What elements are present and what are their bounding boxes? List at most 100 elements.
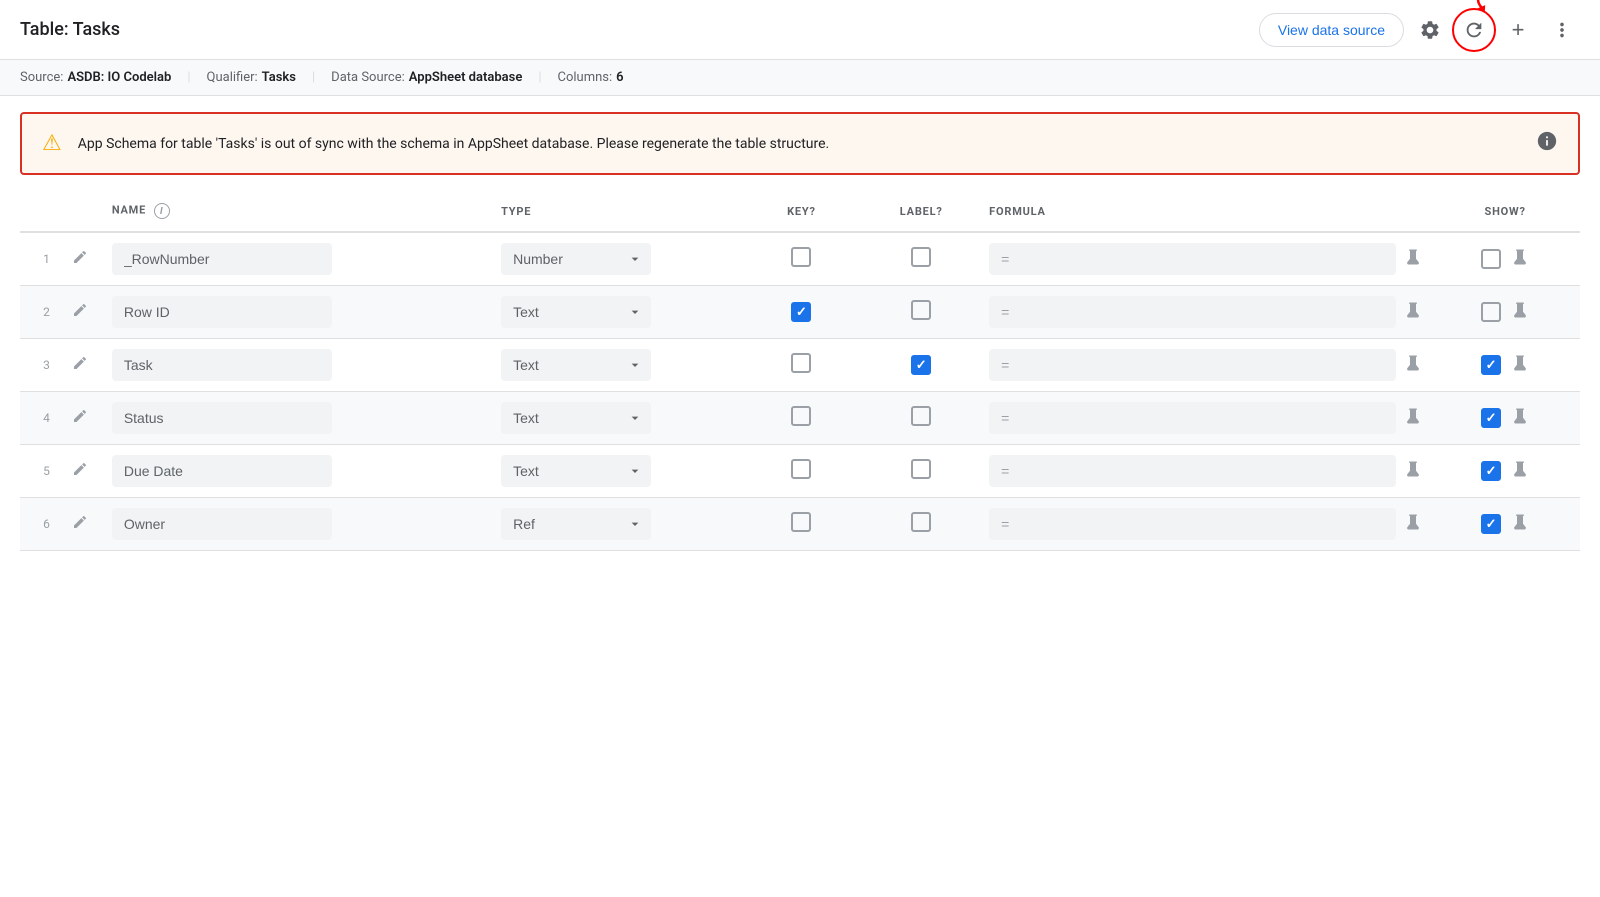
source-label: Source: (20, 70, 63, 85)
show-checkbox[interactable] (1481, 249, 1501, 269)
key-cell[interactable] (742, 392, 862, 445)
formula-cell (981, 232, 1430, 286)
source-value: ASDB: IO Codelab (67, 70, 171, 85)
label-cell[interactable] (861, 286, 981, 339)
key-cell[interactable] (742, 339, 862, 392)
name-input[interactable] (112, 296, 332, 328)
label-cell[interactable] (861, 392, 981, 445)
edit-cell[interactable] (56, 498, 104, 551)
edit-icon[interactable] (72, 251, 88, 269)
show-checkbox[interactable] (1481, 461, 1501, 481)
show-flask-icon[interactable] (1511, 301, 1529, 324)
formula-cell (981, 339, 1430, 392)
formula-input[interactable] (989, 296, 1396, 328)
flask-icon[interactable] (1404, 460, 1422, 483)
flask-icon[interactable] (1404, 248, 1422, 271)
table-row: 4 Text (20, 392, 1580, 445)
edit-cell[interactable] (56, 339, 104, 392)
name-cell (104, 286, 493, 339)
label-cell[interactable] (861, 339, 981, 392)
columns-table: NAME i TYPE KEY? LABEL? FORMULA SHOW? 1 … (20, 191, 1580, 551)
name-info-icon[interactable]: i (154, 203, 170, 219)
add-button[interactable]: + (1500, 12, 1536, 48)
key-cell[interactable] (742, 286, 862, 339)
warning-icon: ⚠ (42, 131, 62, 156)
flask-icon[interactable] (1404, 301, 1422, 324)
formula-cell (981, 392, 1430, 445)
edit-cell[interactable] (56, 392, 104, 445)
more-button[interactable] (1544, 12, 1580, 48)
show-flask-icon[interactable] (1511, 513, 1529, 536)
flask-icon[interactable] (1404, 407, 1422, 430)
flask-icon[interactable] (1404, 354, 1422, 377)
label-cell[interactable] (861, 445, 981, 498)
show-flask-icon[interactable] (1511, 354, 1529, 377)
edit-icon[interactable] (72, 516, 88, 534)
key-cell[interactable] (742, 498, 862, 551)
meta-bar: Source: ASDB: IO Codelab | Qualifier: Ta… (0, 60, 1600, 96)
show-checkbox[interactable] (1481, 514, 1501, 534)
show-checkbox[interactable] (1481, 302, 1501, 322)
key-checkbox[interactable] (791, 459, 811, 479)
edit-cell[interactable] (56, 232, 104, 286)
type-select[interactable]: Text (501, 296, 651, 328)
name-input[interactable] (112, 455, 332, 487)
data-source-label: Data Source: (331, 70, 405, 85)
key-checkbox[interactable] (791, 302, 811, 322)
label-cell[interactable] (861, 498, 981, 551)
type-select[interactable]: Text (501, 349, 651, 381)
label-checkbox[interactable] (911, 355, 931, 375)
show-flask-icon[interactable] (1511, 460, 1529, 483)
col-header-key: KEY? (742, 191, 862, 232)
view-data-source-button[interactable]: View data source (1259, 13, 1404, 47)
alert-info-icon[interactable] (1536, 130, 1558, 157)
table-row: 1 Number (20, 232, 1580, 286)
formula-cell (981, 286, 1430, 339)
flask-icon[interactable] (1404, 513, 1422, 536)
name-input[interactable] (112, 349, 332, 381)
show-flask-icon[interactable] (1511, 248, 1529, 271)
edit-icon[interactable] (72, 357, 88, 375)
label-checkbox[interactable] (911, 459, 931, 479)
name-input[interactable] (112, 243, 332, 275)
key-checkbox[interactable] (791, 247, 811, 267)
label-checkbox[interactable] (911, 300, 931, 320)
name-cell (104, 445, 493, 498)
refresh-button-wrap (1456, 12, 1492, 48)
formula-input[interactable] (989, 349, 1396, 381)
key-cell[interactable] (742, 232, 862, 286)
edit-cell[interactable] (56, 286, 104, 339)
key-checkbox[interactable] (791, 512, 811, 532)
type-select[interactable]: Number (501, 243, 651, 275)
type-cell: Text (493, 445, 742, 498)
type-select[interactable]: Text (501, 402, 651, 434)
show-checkbox[interactable] (1481, 408, 1501, 428)
label-cell[interactable] (861, 232, 981, 286)
label-checkbox[interactable] (911, 247, 931, 267)
col-header-type: TYPE (493, 191, 742, 232)
name-input[interactable] (112, 402, 332, 434)
qualifier-value: Tasks (262, 70, 296, 85)
formula-input[interactable] (989, 243, 1396, 275)
label-checkbox[interactable] (911, 512, 931, 532)
label-checkbox[interactable] (911, 406, 931, 426)
key-cell[interactable] (742, 445, 862, 498)
key-checkbox[interactable] (791, 406, 811, 426)
type-select[interactable]: Ref (501, 508, 651, 540)
edit-icon[interactable] (72, 410, 88, 428)
name-cell (104, 392, 493, 445)
edit-cell[interactable] (56, 445, 104, 498)
name-input[interactable] (112, 508, 332, 540)
formula-input[interactable] (989, 508, 1396, 540)
row-number: 6 (20, 498, 56, 551)
show-flask-icon[interactable] (1511, 407, 1529, 430)
type-cell: Number (493, 232, 742, 286)
show-checkbox[interactable] (1481, 355, 1501, 375)
edit-icon[interactable] (72, 463, 88, 481)
edit-icon[interactable] (72, 304, 88, 322)
type-select[interactable]: Text (501, 455, 651, 487)
formula-input[interactable] (989, 455, 1396, 487)
formula-input[interactable] (989, 402, 1396, 434)
settings-button[interactable] (1412, 12, 1448, 48)
key-checkbox[interactable] (791, 353, 811, 373)
